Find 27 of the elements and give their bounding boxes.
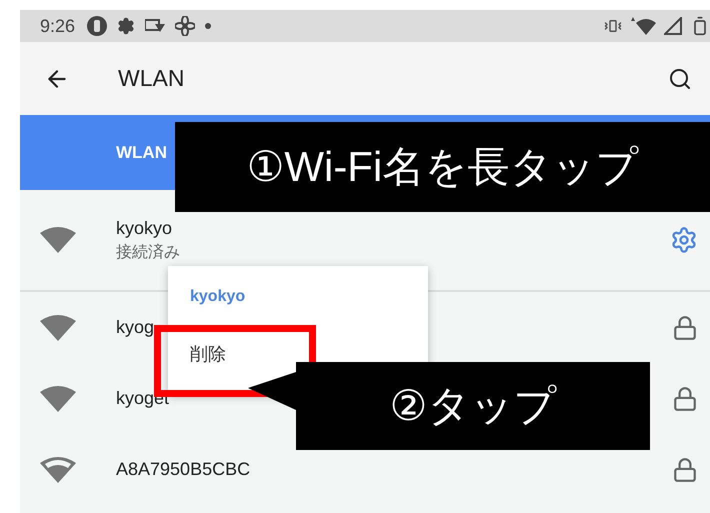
- wlan-switch-label[interactable]: WLAN: [116, 142, 167, 162]
- fan-icon: [175, 16, 196, 36]
- network-name[interactable]: A8A7950B5CBC: [116, 459, 250, 480]
- menu-item[interactable]: 削除: [190, 342, 226, 366]
- wifi-icon: [40, 386, 76, 412]
- page-title: WLAN: [118, 65, 184, 92]
- status-time: 9:26: [40, 16, 76, 36]
- instruction-banner: ①Wi-Fi名を長タップ: [175, 122, 710, 212]
- settings-icon: [117, 17, 136, 35]
- settings-icon[interactable]: [670, 226, 698, 254]
- wifi-icon: [40, 314, 76, 340]
- wifi-icon: [40, 456, 76, 482]
- network-name[interactable]: kyog: [116, 317, 154, 338]
- callout-text: ②タップ: [390, 381, 556, 431]
- search-button[interactable]: [668, 66, 692, 90]
- lock-icon: [672, 386, 698, 412]
- lock-icon: [672, 314, 698, 340]
- signal-icon: [664, 17, 682, 35]
- notification-icon: [87, 16, 108, 36]
- vibrate-icon: [604, 17, 622, 35]
- wifi-status-icon: [630, 17, 656, 35]
- lock-icon: [672, 456, 698, 482]
- wifi-icon: [40, 227, 76, 253]
- dot-icon: [205, 23, 212, 29]
- network-name[interactable]: kyokyo: [116, 218, 180, 238]
- network-status: 接続済み: [116, 242, 180, 262]
- menu-title: kyokyo: [190, 288, 246, 306]
